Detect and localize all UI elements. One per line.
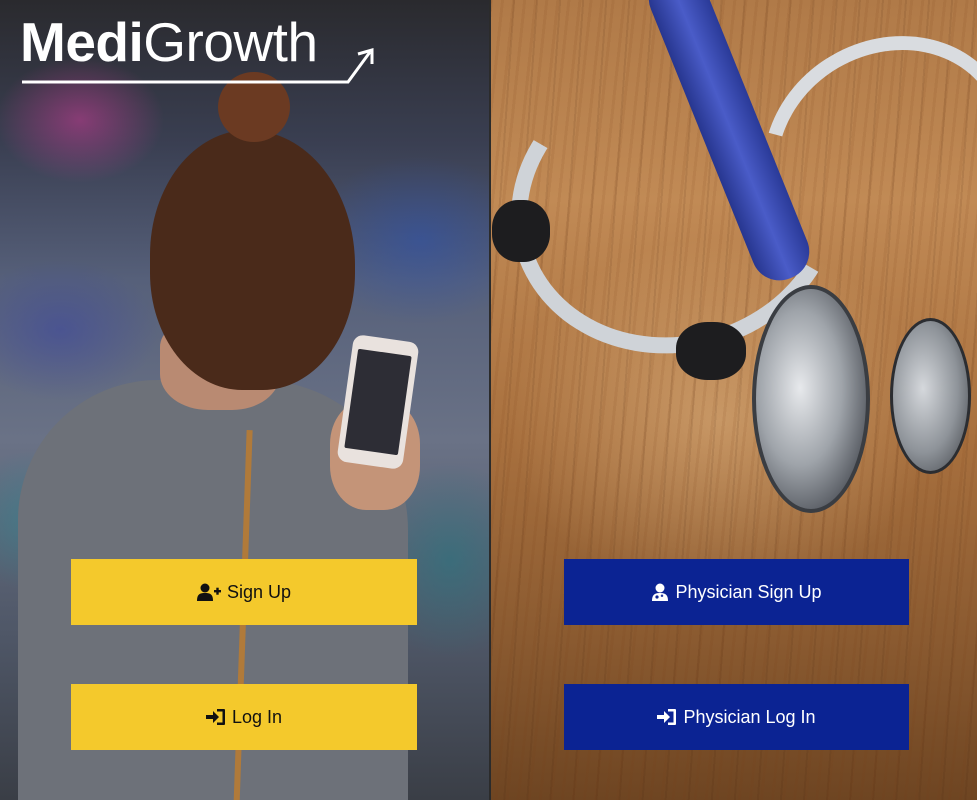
physician-log-in-label: Physician Log In [683, 706, 816, 727]
stethoscope-ear-tip-bottom [676, 322, 746, 380]
smartphone-screen [344, 348, 412, 456]
sign-up-button[interactable]: Sign Up [71, 559, 417, 625]
physician-sign-up-label: Physician Sign Up [675, 581, 822, 602]
physician-sign-up-button[interactable]: Physician Sign Up [564, 559, 909, 625]
log-in-button[interactable]: Log In [71, 684, 417, 750]
physician-log-in-button[interactable]: Physician Log In [564, 684, 909, 750]
panel-divider [489, 0, 491, 800]
log-in-label: Log In [231, 706, 283, 727]
person-hair [150, 130, 355, 390]
sign-in-icon [657, 708, 677, 726]
sign-in-icon [205, 708, 226, 726]
user-plus-icon [196, 583, 221, 601]
sign-up-label: Sign Up [226, 581, 292, 602]
stethoscope-ear-tip-left [492, 200, 550, 262]
patient-background-photo [0, 0, 490, 800]
stethoscope-bell [890, 318, 971, 474]
stethoscope-diaphragm [752, 285, 870, 513]
medigrowth-logo: MediGrowth [20, 12, 374, 84]
user-doctor-icon [651, 583, 669, 601]
growth-arrow-icon [22, 48, 374, 84]
